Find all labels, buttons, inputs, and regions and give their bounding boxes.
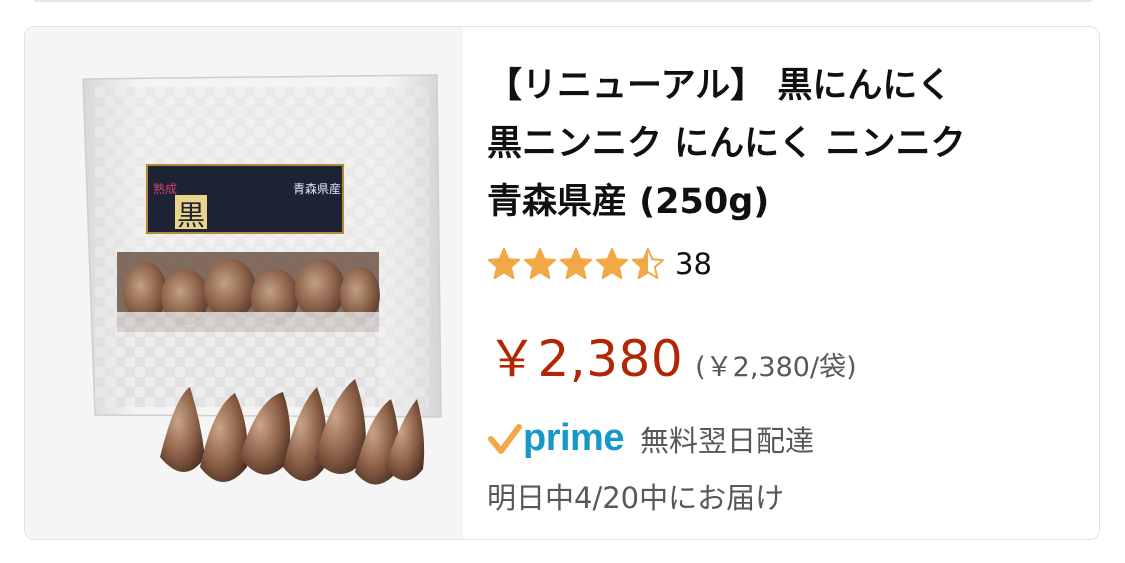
title-line-3: 青森県産 (250g) bbox=[487, 182, 770, 222]
star-half-icon bbox=[632, 248, 664, 279]
product-title[interactable]: 【リニューアル】 黒にんにく 黒ニンニク にんにく ニンニク 青森県産 (250… bbox=[487, 57, 1087, 231]
star-rating[interactable] bbox=[487, 247, 665, 281]
star-full-icon bbox=[596, 248, 628, 279]
product-image-panel[interactable]: 黒にんにく 熟成 青森県産 bbox=[25, 27, 463, 539]
prime-logo: prime bbox=[487, 417, 624, 460]
delivery-type: 無料翌日配達 bbox=[639, 423, 814, 458]
prime-check-icon bbox=[488, 423, 522, 454]
delivery-date: 明日中4/20中にお届け bbox=[487, 481, 785, 515]
package-origin-label: 青森県産 bbox=[293, 181, 341, 196]
product-card[interactable]: 黒にんにく 熟成 青森県産 【リニューアル】 黒にんにく 黒ニンニク にんにく … bbox=[24, 26, 1100, 540]
star-full-icon bbox=[560, 248, 592, 279]
title-line-1: 【リニューアル】 黒にんにく bbox=[487, 66, 952, 106]
product-info: 【リニューアル】 黒にんにく 黒ニンニク にんにく ニンニク 青森県産 (250… bbox=[487, 27, 1079, 539]
package-main-label: 黒にんにく bbox=[177, 199, 316, 232]
product-image[interactable]: 黒にんにく 熟成 青森県産 bbox=[25, 27, 463, 539]
package-badge-label: 熟成 bbox=[153, 181, 177, 196]
title-line-2: 黒ニンニク にんにく ニンニク bbox=[487, 124, 966, 164]
price-row: ￥2,380 (￥2,380/袋) bbox=[487, 319, 857, 391]
top-divider bbox=[34, 0, 1092, 2]
rating-row[interactable]: 38 bbox=[487, 247, 712, 281]
star-full-icon bbox=[524, 248, 556, 279]
price: ￥2,380 bbox=[487, 330, 684, 388]
star-full-icon bbox=[488, 248, 520, 279]
review-count[interactable]: 38 bbox=[675, 247, 712, 281]
unit-price: (￥2,380/袋) bbox=[695, 352, 857, 383]
prime-logo-text: prime bbox=[523, 417, 624, 459]
prime-row: prime 無料翌日配達 bbox=[487, 417, 814, 460]
